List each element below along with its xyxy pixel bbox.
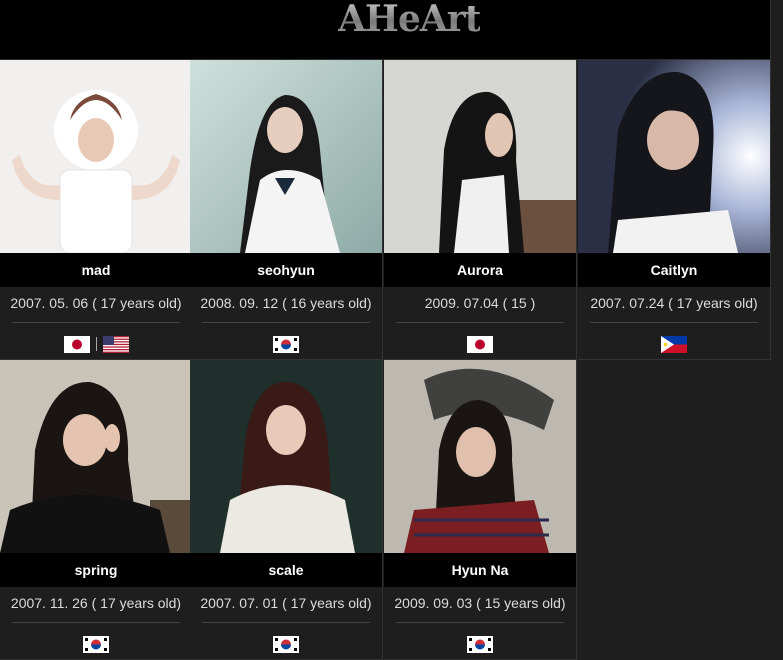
- japan-flag-icon: [63, 335, 90, 353]
- member-name: spring: [0, 553, 192, 587]
- member-photo-seohyun: [190, 60, 382, 253]
- member-photo-spring: [0, 360, 192, 553]
- member-card-spring[interactable]: spring 2007. 11. 26 ( 17 years old): [0, 360, 193, 660]
- nationality-flags: [384, 635, 576, 653]
- vertical-scrollbar[interactable]: [770, 0, 783, 360]
- site-header: AHeArt: [0, 0, 770, 60]
- member-name: scale: [190, 553, 382, 587]
- nationality-flags: [190, 335, 382, 353]
- member-card-mad[interactable]: mad 2007. 05. 06 ( 17 years old): [0, 60, 193, 360]
- member-birthdate: 2007. 11. 26 ( 17 years old): [10, 595, 182, 611]
- member-birthdate: 2007. 07. 01 ( 17 years old): [200, 595, 372, 611]
- member-photo-hyun-na: [384, 360, 576, 553]
- member-photo-caitlyn: [578, 60, 770, 253]
- korea-flag-icon: [83, 635, 109, 653]
- member-card-scale[interactable]: scale 2007. 07. 01 ( 17 years old): [190, 360, 383, 660]
- japan-flag-icon: [467, 335, 493, 353]
- nationality-flags: [0, 335, 192, 353]
- member-card-caitlyn[interactable]: Caitlyn 2007. 07.24 ( 17 years old): [578, 60, 771, 360]
- member-name: mad: [0, 253, 192, 287]
- flag-separator: [95, 337, 97, 351]
- member-name: Caitlyn: [578, 253, 770, 287]
- nationality-flags: [0, 635, 192, 653]
- divider: [12, 322, 180, 323]
- divider: [590, 322, 758, 323]
- member-card-aurora[interactable]: Aurora 2009. 07.04 ( 15 ): [384, 60, 577, 360]
- korea-flag-icon: [273, 635, 299, 653]
- philippines-flag-icon: [661, 335, 687, 353]
- member-card-hyun-na[interactable]: Hyun Na 2009. 09. 03 ( 15 years old): [384, 360, 577, 660]
- divider: [202, 322, 370, 323]
- member-birthdate: 2007. 05. 06 ( 17 years old): [10, 295, 182, 311]
- nationality-flags: [578, 335, 770, 353]
- nationality-flags: [384, 335, 576, 353]
- divider: [396, 622, 564, 623]
- korea-flag-icon: [467, 635, 493, 653]
- member-card-seohyun[interactable]: seohyun 2008. 09. 12 ( 16 years old): [190, 60, 383, 360]
- member-birthdate: 2009. 07.04 ( 15 ): [424, 295, 536, 311]
- site-logo[interactable]: AHeArt: [338, 0, 481, 40]
- divider: [396, 322, 564, 323]
- member-name: Hyun Na: [384, 553, 576, 587]
- member-photo-scale: [190, 360, 382, 553]
- nationality-flags: [190, 635, 382, 653]
- member-photo-mad: [0, 60, 192, 253]
- divider: [202, 622, 370, 623]
- member-birthdate: 2009. 09. 03 ( 15 years old): [394, 595, 566, 611]
- member-photo-aurora: [384, 60, 576, 253]
- member-name: Aurora: [384, 253, 576, 287]
- divider: [12, 622, 180, 623]
- member-birthdate: 2008. 09. 12 ( 16 years old): [200, 295, 372, 311]
- member-birthdate: 2007. 07.24 ( 17 years old): [590, 295, 758, 311]
- member-name: seohyun: [190, 253, 382, 287]
- korea-flag-icon: [273, 335, 299, 353]
- usa-flag-icon: [102, 335, 129, 353]
